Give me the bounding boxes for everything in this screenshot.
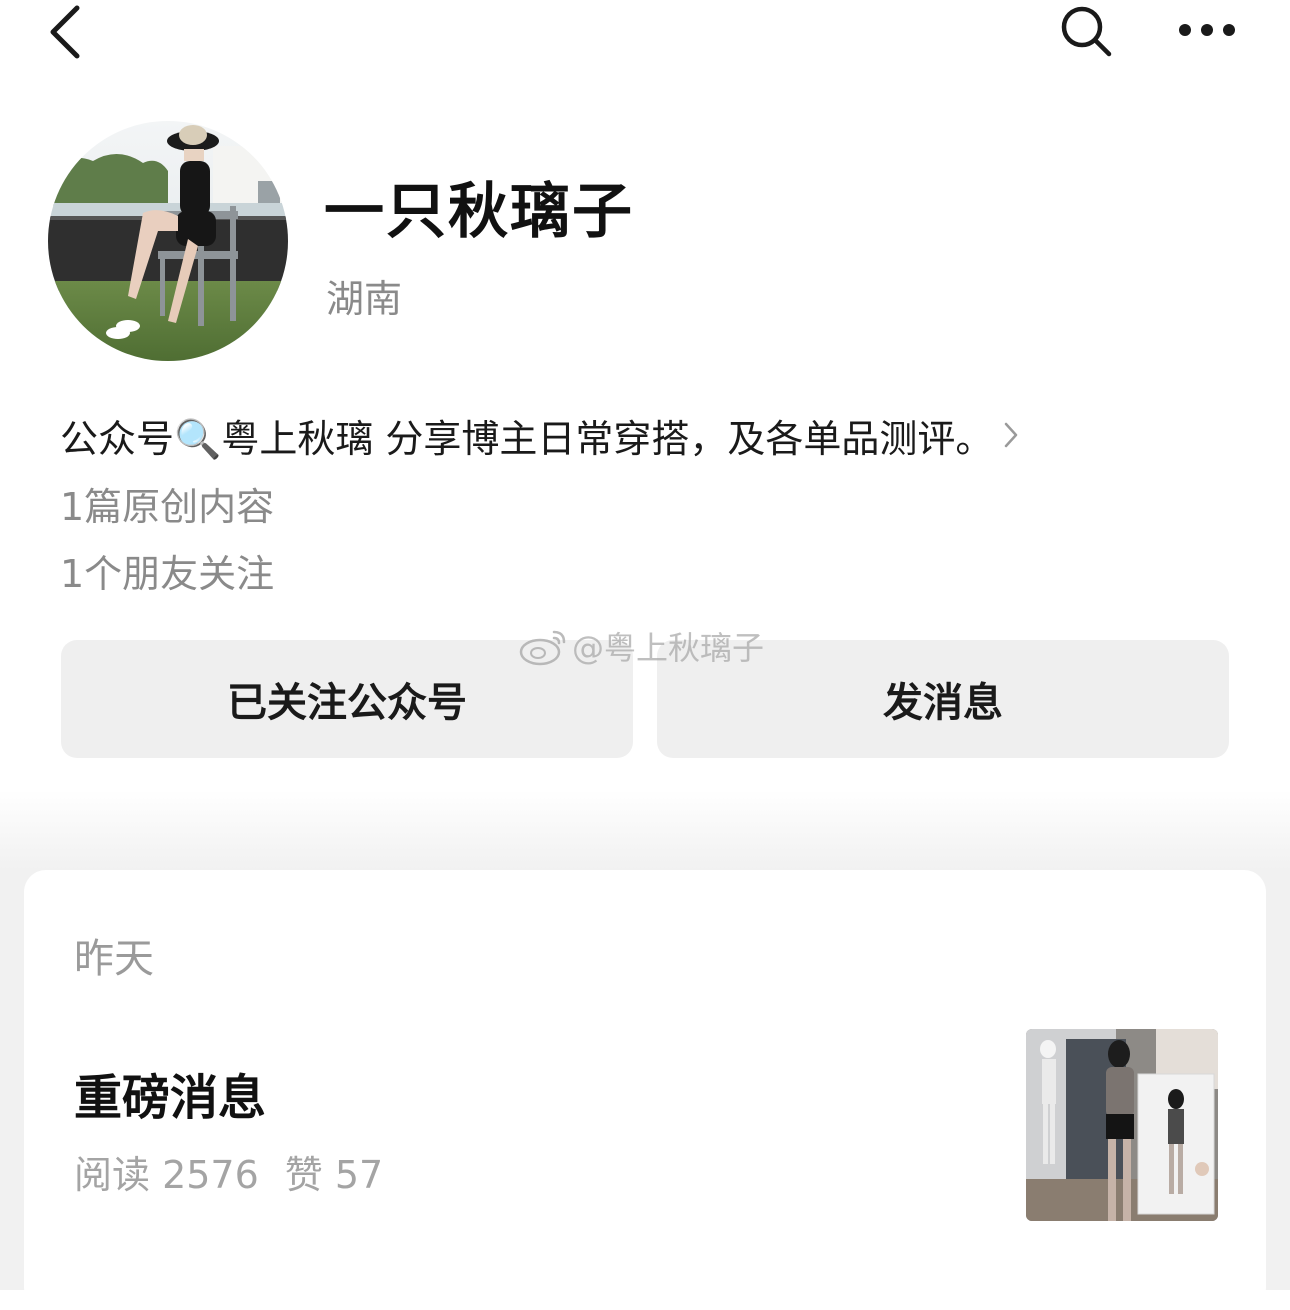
article-meta: 阅读 2576 赞 57: [74, 1144, 383, 1199]
watermark: @粤上秋璃子: [518, 624, 764, 668]
account-region: 湖南: [326, 277, 403, 321]
date-label: 昨天: [74, 936, 154, 982]
article-thumbnail-image: [1026, 1029, 1218, 1221]
back-button[interactable]: [40, 2, 90, 62]
avatar[interactable]: [48, 121, 288, 361]
weibo-logo: [519, 630, 566, 666]
friends-following-count[interactable]: 1个朋友关注: [60, 543, 274, 598]
search-button[interactable]: [1055, 0, 1119, 64]
article-card: 昨天 重磅消息 阅读 2576 赞 57: [24, 870, 1266, 1310]
chevron-right-icon: [1003, 418, 1023, 452]
top-navigation-bar: [0, 0, 1290, 70]
more-icon: [1179, 24, 1235, 36]
like-count: 赞 57: [284, 1153, 384, 1197]
more-button[interactable]: [1172, 8, 1242, 52]
bio-row[interactable]: 公众号🔍粤上秋璃 分享博主日常穿搭，及各单品测评。: [60, 405, 1140, 465]
account-name: 一只秋璃子: [324, 177, 634, 247]
read-count: 阅读 2576: [74, 1153, 259, 1197]
watermark-text: @粤上秋璃子: [572, 629, 765, 667]
article-thumbnail[interactable]: [1026, 1029, 1218, 1221]
chevron-left-icon: [50, 5, 80, 59]
original-content-count[interactable]: 1篇原创内容: [60, 476, 274, 531]
article-title[interactable]: 重磅消息: [74, 1058, 266, 1128]
search-icon: [1061, 6, 1112, 57]
profile-photo: [48, 121, 288, 361]
bio-text: 公众号🔍粤上秋璃 分享博主日常穿搭，及各单品测评。: [60, 416, 994, 461]
